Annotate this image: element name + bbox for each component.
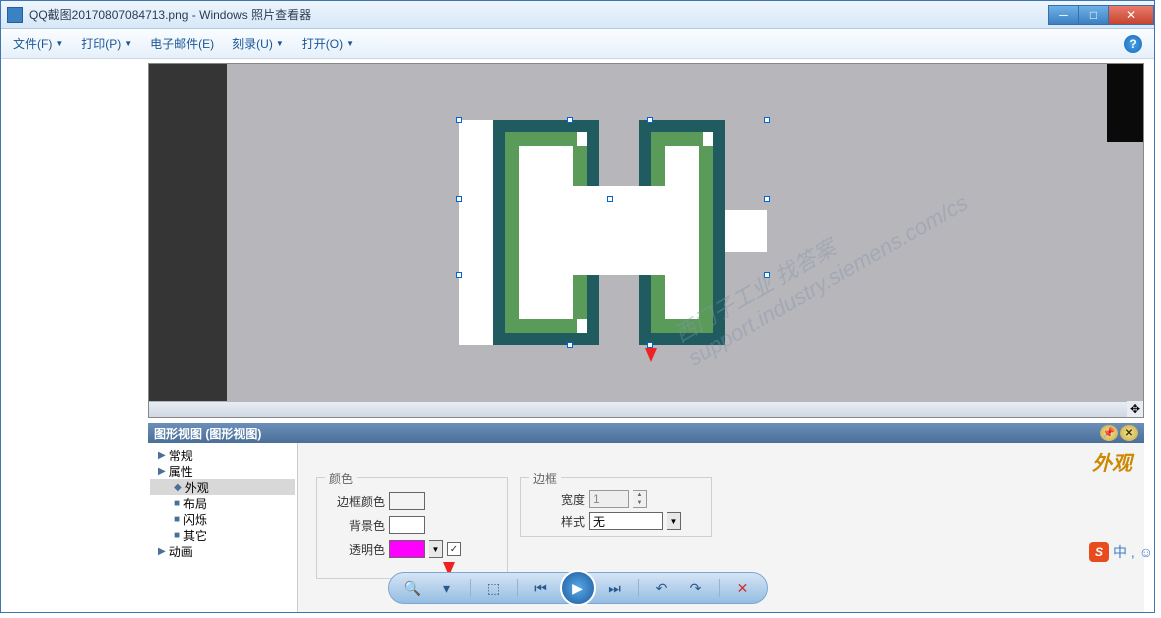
tree-appearance[interactable]: ◆外观 (150, 479, 295, 495)
resize-handle[interactable] (607, 196, 613, 202)
viewer-toolbar: 🔍 ▾ ⬚ ⏮ ▶ ⏭ ↶ ↷ ✕ (388, 572, 768, 604)
resize-handle[interactable] (764, 117, 770, 123)
graphic-object[interactable] (459, 120, 767, 345)
resize-handle[interactable] (567, 342, 573, 348)
transparent-checkbox[interactable]: ✓ (447, 542, 461, 556)
scrollbar-horizontal[interactable] (149, 401, 1127, 417)
rotate-cw-button[interactable]: ↷ (681, 577, 711, 599)
tree-properties[interactable]: ▶属性 (150, 463, 295, 479)
panel-header: 图形视图 (图形视图) 📌 ✕ (148, 423, 1144, 443)
menu-burn[interactable]: 刻录(U)▼ (232, 35, 284, 52)
tree-other[interactable]: ■其它 (150, 527, 295, 543)
resize-handle[interactable] (567, 117, 573, 123)
style-label: 样式 (549, 513, 585, 530)
help-icon[interactable]: ? (1124, 35, 1142, 53)
bg-color-swatch[interactable] (389, 516, 425, 534)
transparent-label: 透明色 (325, 541, 385, 558)
minimize-button[interactable]: ─ (1048, 5, 1078, 25)
resize-handle[interactable] (456, 117, 462, 123)
viewer-logo (1107, 64, 1143, 142)
transparent-swatch[interactable] (389, 540, 425, 558)
width-label: 宽度 (549, 491, 585, 508)
panel-close-button[interactable]: ✕ (1120, 425, 1138, 441)
rotate-ccw-button[interactable]: ↶ (647, 577, 677, 599)
section-title: 外观 (1092, 447, 1132, 476)
fit-button[interactable]: ⬚ (479, 577, 509, 599)
titlebar: QQ截图20170807084713.png - Windows 照片查看器 ─… (1, 1, 1154, 29)
resize-handle[interactable] (764, 196, 770, 202)
zoom-dropdown[interactable]: ▾ (432, 577, 462, 599)
ime-text: 中 , ☺ (1113, 542, 1153, 562)
panel-title: 图形视图 (图形视图) (154, 425, 261, 442)
zoom-out-button[interactable]: 🔍 (398, 577, 428, 599)
close-button[interactable]: ✕ (1108, 5, 1154, 25)
slideshow-button[interactable]: ▶ (560, 570, 596, 606)
ime-icon: S (1089, 542, 1109, 562)
resize-handle[interactable] (764, 272, 770, 278)
width-spinner[interactable]: ▲▼ (633, 490, 647, 508)
scrollbar-corner[interactable]: ✥ (1127, 401, 1143, 417)
next-button[interactable]: ⏭ (600, 577, 630, 599)
property-tree: ▶常规 ▶属性 ◆外观 ■布局 ■闪烁 ■其它 ▶动画 (148, 443, 298, 612)
window-title: QQ截图20170807084713.png - Windows 照片查看器 (29, 6, 311, 23)
transparent-dropdown[interactable]: ▼ (429, 540, 443, 558)
prev-button[interactable]: ⏮ (526, 577, 556, 599)
menubar: 文件(F)▼ 打印(P)▼ 电子邮件(E) 刻录(U)▼ 打开(O)▼ ? (1, 29, 1154, 59)
arrow-red-icon (645, 348, 657, 362)
viewer-sidebar-dark (149, 64, 227, 417)
image-viewer: 西门子工业 找答案 support.industry.siemens.com/c… (148, 63, 1144, 418)
resize-handle[interactable] (647, 117, 653, 123)
menu-print[interactable]: 打印(P)▼ (81, 35, 132, 52)
color-groupbox: 颜色 边框颜色 背景色 透明色 ▼ ✓ (316, 477, 508, 579)
app-icon (7, 7, 23, 23)
delete-button[interactable]: ✕ (728, 577, 758, 599)
border-groupbox: 边框 宽度 1 ▲▼ 样式 无 ▼ (520, 477, 712, 537)
menu-email[interactable]: 电子邮件(E) (150, 35, 214, 52)
style-dropdown[interactable]: ▼ (667, 512, 681, 530)
bg-color-label: 背景色 (325, 517, 385, 534)
ime-indicator[interactable]: S 中 , ☺ (1089, 542, 1153, 562)
width-field[interactable]: 1 (589, 490, 629, 508)
panel-pin-button[interactable]: 📌 (1100, 425, 1118, 441)
menu-open[interactable]: 打开(O)▼ (302, 35, 354, 52)
border-color-label: 边框颜色 (325, 493, 385, 510)
tree-general[interactable]: ▶常规 (150, 447, 295, 463)
border-color-swatch[interactable] (389, 492, 425, 510)
maximize-button[interactable]: □ (1078, 5, 1108, 25)
resize-handle[interactable] (456, 272, 462, 278)
tree-layout[interactable]: ■布局 (150, 495, 295, 511)
tree-animation[interactable]: ▶动画 (150, 543, 295, 559)
tree-blink[interactable]: ■闪烁 (150, 511, 295, 527)
style-combo[interactable]: 无 (589, 512, 663, 530)
menu-file[interactable]: 文件(F)▼ (13, 35, 63, 52)
resize-handle[interactable] (456, 196, 462, 202)
